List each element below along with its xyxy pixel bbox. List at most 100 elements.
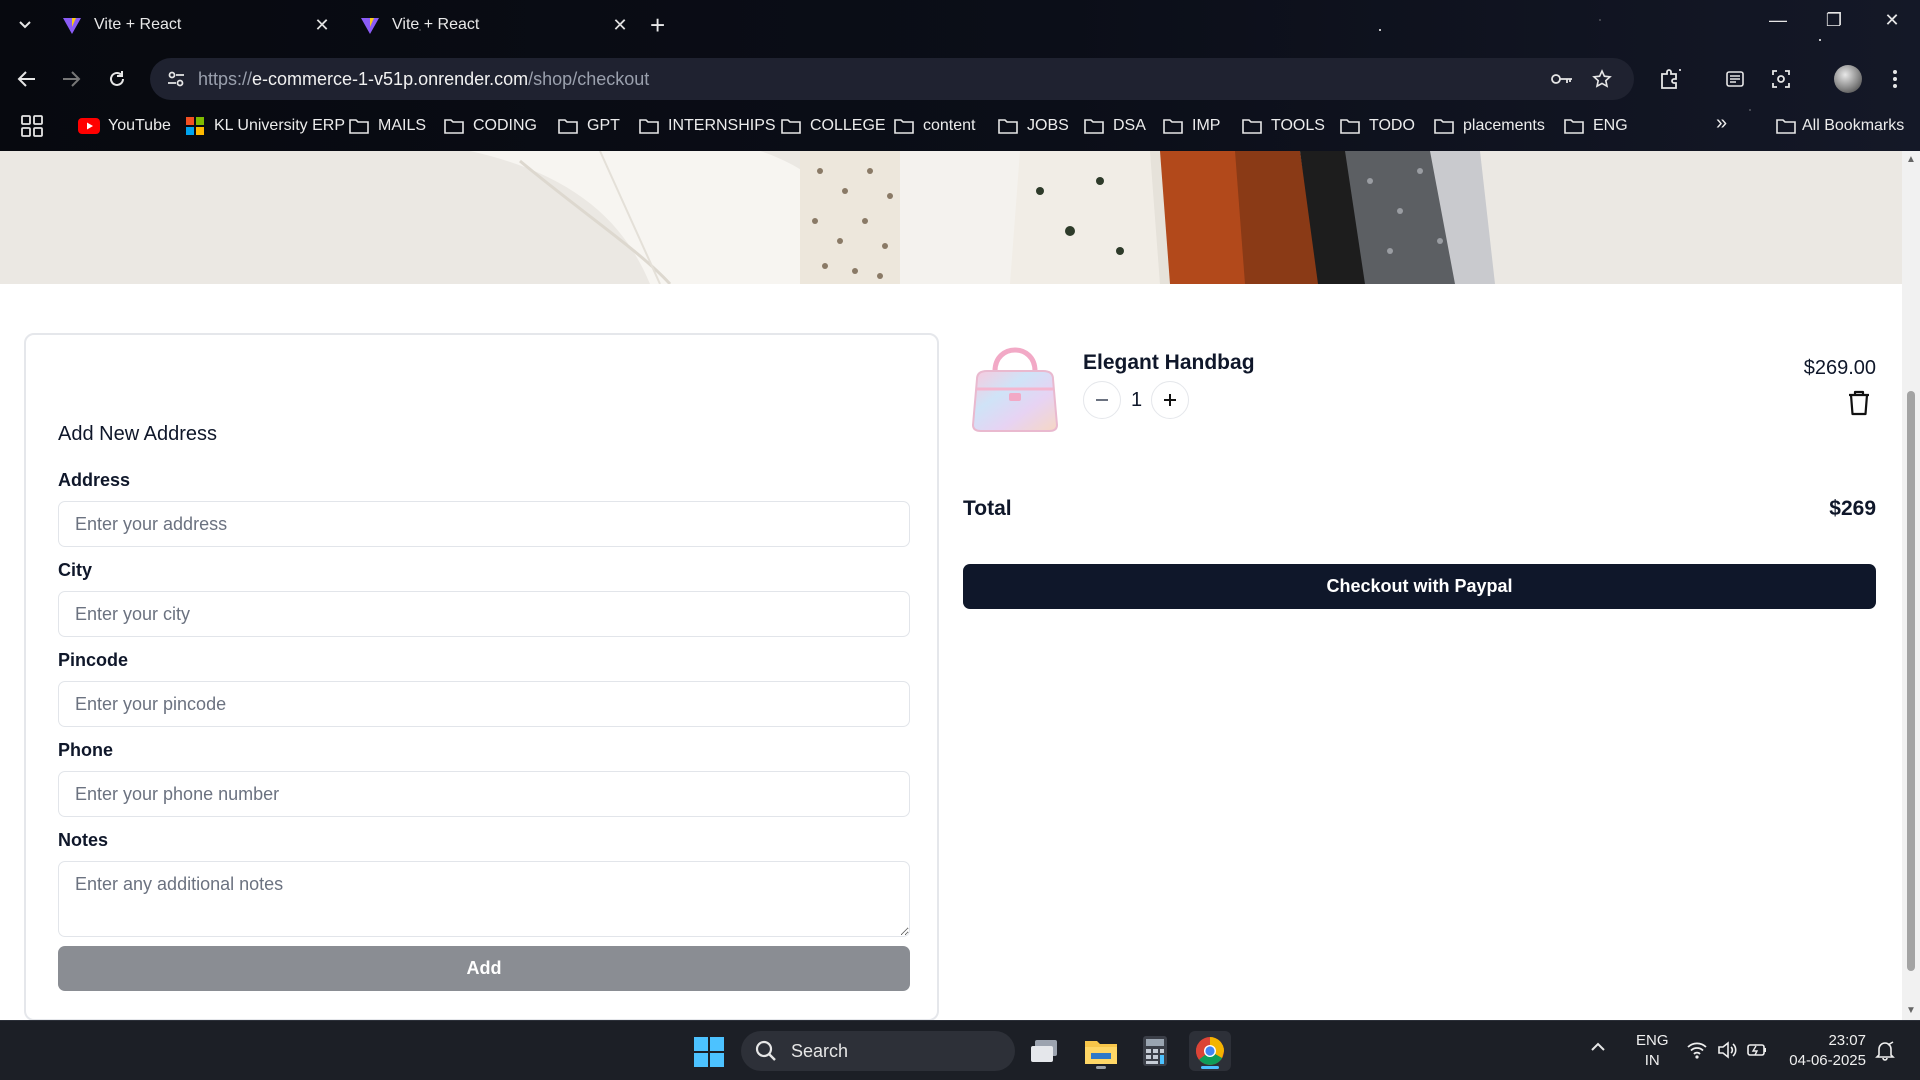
- bookmark-kl-erp[interactable]: KL University ERP: [184, 113, 345, 139]
- folder-icon: [1776, 118, 1798, 134]
- scroll-down-icon[interactable]: ▼: [1906, 1006, 1916, 1016]
- pincode-input[interactable]: [58, 681, 910, 727]
- extensions-icon[interactable]: [1652, 62, 1686, 96]
- bookmark-folder-mails[interactable]: MAILS: [348, 113, 426, 139]
- folder-icon: [443, 117, 465, 135]
- bookmark-folder-internships[interactable]: INTERNSHIPS: [638, 113, 776, 139]
- bookmark-label: GPT: [587, 117, 620, 134]
- handbag-thumbnail[interactable]: [963, 333, 1067, 437]
- pincode-label: Pincode: [58, 650, 129, 670]
- bookmark-folder-jobs[interactable]: JOBS: [997, 113, 1069, 139]
- close-window-icon[interactable]: ✕: [1872, 10, 1912, 31]
- address-input[interactable]: [58, 501, 910, 547]
- hero-banner-image: [0, 151, 1902, 284]
- bookmark-label: JOBS: [1027, 117, 1069, 134]
- tab-1[interactable]: Vite + React ✕: [52, 8, 342, 42]
- bookmark-folder-coding[interactable]: CODING: [443, 113, 537, 139]
- city-label: City: [58, 560, 93, 580]
- scroll-up-icon[interactable]: ▲: [1906, 155, 1916, 165]
- folder-icon: [1339, 117, 1361, 135]
- taskbar-search-box[interactable]: Search: [741, 1031, 1015, 1071]
- decrease-quantity-button[interactable]: [1083, 381, 1121, 419]
- apps-grid-icon[interactable]: [20, 114, 44, 138]
- tab-search-chevron-icon[interactable]: [12, 12, 38, 38]
- back-arrow-icon[interactable]: [12, 64, 42, 94]
- bookmark-folder-todo[interactable]: TODO: [1339, 113, 1415, 139]
- folder-icon: [1433, 117, 1455, 135]
- show-hidden-icons-chevron-icon[interactable]: [1590, 1039, 1606, 1057]
- bookmark-folder-gpt[interactable]: GPT: [557, 113, 620, 139]
- all-bookmarks-label: All Bookmarks: [1802, 117, 1905, 134]
- bookmarks-bar: YouTube KL University ERP MAILS CODING G…: [0, 110, 1920, 142]
- windows-taskbar: Search ENG IN 23:07 04-06-2025: [0, 1020, 1920, 1080]
- bookmark-folder-eng[interactable]: ENG: [1563, 113, 1628, 139]
- task-view-icon[interactable]: [1025, 1031, 1067, 1071]
- battery-icon[interactable]: [1746, 1039, 1768, 1061]
- tab-close-icon[interactable]: ✕: [312, 15, 332, 36]
- tab-2[interactable]: Vite + React ✕: [350, 8, 640, 42]
- address-label: Address: [58, 470, 131, 490]
- bookmark-folder-college[interactable]: COLLEGE: [780, 113, 886, 139]
- bookmark-label: CODING: [473, 117, 537, 134]
- screenshot-icon[interactable]: [1764, 62, 1798, 96]
- erp-icon: [184, 117, 206, 135]
- folder-icon: [780, 117, 802, 135]
- reload-icon[interactable]: [102, 64, 132, 94]
- bookmark-folder-placements[interactable]: placements: [1433, 113, 1545, 139]
- bookmark-label: placements: [1463, 117, 1545, 134]
- bookmark-label: TODO: [1369, 117, 1415, 134]
- bookmark-label: TOOLS: [1271, 117, 1325, 134]
- restore-icon[interactable]: ❐: [1814, 10, 1854, 31]
- calculator-icon[interactable]: [1134, 1031, 1176, 1071]
- all-bookmarks-folder[interactable]: All Bookmarks: [1776, 113, 1904, 139]
- tab-title: Vite + React: [94, 16, 182, 33]
- system-clock[interactable]: 23:07 04-06-2025: [1786, 1031, 1866, 1071]
- browser-chrome: Vite + React ✕ Vite + React ✕ + — ❐ ✕ ht…: [0, 0, 1920, 151]
- folder-icon: [1241, 117, 1263, 135]
- notes-textarea[interactable]: [58, 861, 910, 937]
- reading-list-icon[interactable]: [1718, 62, 1752, 96]
- address-form-heading: Add New Address: [58, 423, 217, 445]
- city-input[interactable]: [58, 591, 910, 637]
- scrollbar-thumb[interactable]: [1907, 391, 1915, 971]
- tab-strip: Vite + React ✕ Vite + React ✕ + — ❐ ✕: [0, 0, 1920, 50]
- windows-start-icon[interactable]: [694, 1037, 724, 1067]
- add-address-button[interactable]: Add: [58, 946, 910, 991]
- clock-time: 23:07: [1828, 1032, 1866, 1049]
- tab-title: Vite + React: [392, 16, 480, 33]
- bookmark-folder-tools[interactable]: TOOLS: [1241, 113, 1325, 139]
- chrome-icon[interactable]: [1189, 1031, 1231, 1071]
- bookmark-folder-content[interactable]: content: [893, 113, 975, 139]
- delete-item-trash-icon[interactable]: [1846, 389, 1872, 417]
- volume-icon[interactable]: [1716, 1039, 1738, 1061]
- bookmark-label: DSA: [1113, 117, 1146, 134]
- bookmark-folder-imp[interactable]: IMP: [1162, 113, 1220, 139]
- bookmark-star-icon[interactable]: [1584, 61, 1620, 97]
- more-menu-icon[interactable]: [1878, 62, 1912, 96]
- url-scheme: https://: [198, 68, 253, 89]
- password-key-icon[interactable]: [1544, 61, 1580, 97]
- address-bar[interactable]: https://e-commerce-1-v51p.onrender.com/s…: [150, 58, 1634, 100]
- profile-avatar-icon[interactable]: [1834, 65, 1862, 93]
- bookmark-label: COLLEGE: [810, 117, 886, 134]
- bookmark-folder-dsa[interactable]: DSA: [1083, 113, 1146, 139]
- wifi-icon[interactable]: [1686, 1039, 1708, 1061]
- plus-icon: [1164, 394, 1176, 406]
- tab-close-icon[interactable]: ✕: [610, 15, 630, 36]
- phone-label: Phone: [58, 740, 114, 760]
- bookmarks-overflow-icon[interactable]: »: [1716, 112, 1727, 135]
- increase-quantity-button[interactable]: [1151, 381, 1189, 419]
- checkout-paypal-button[interactable]: Checkout with Paypal: [963, 564, 1876, 609]
- file-explorer-icon[interactable]: [1080, 1031, 1122, 1071]
- input-language-indicator[interactable]: ENG IN: [1636, 1031, 1669, 1071]
- folder-icon: [1083, 117, 1105, 135]
- minimize-icon[interactable]: —: [1758, 10, 1798, 31]
- notification-bell-icon[interactable]: [1874, 1039, 1896, 1061]
- bookmark-youtube[interactable]: YouTube: [78, 113, 171, 139]
- site-info-icon[interactable]: [156, 59, 196, 99]
- forward-arrow-icon[interactable]: [56, 64, 86, 94]
- page-scrollbar[interactable]: ▲ ▼: [1902, 151, 1920, 1020]
- phone-input[interactable]: [58, 771, 910, 817]
- new-tab-icon[interactable]: +: [650, 10, 665, 40]
- folder-icon: [557, 117, 579, 135]
